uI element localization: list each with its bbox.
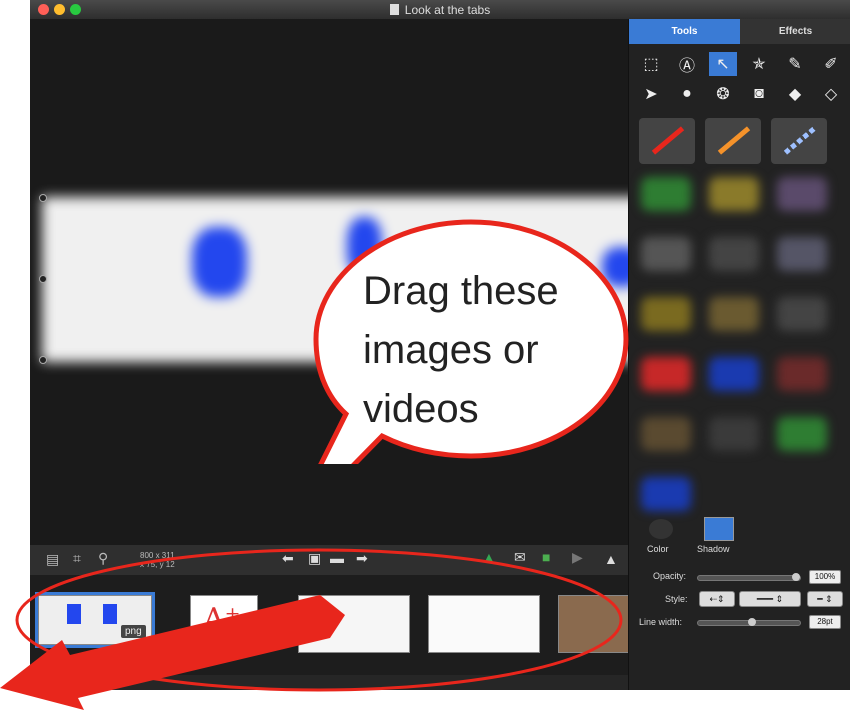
preset-swatch[interactable] [777,177,827,211]
opacity-slider[interactable] [697,573,801,581]
arrow-end-style-select[interactable]: ━ ⇕ [807,591,843,607]
big-red-arrow [0,595,345,710]
arrow-presets [629,106,850,164]
bubble-text: Drag these images or videos [363,269,559,431]
selection-icon[interactable]: ⬚ [637,52,665,76]
preset-swatch[interactable] [777,357,827,391]
blurred-preset-grid [629,167,850,527]
opacity-label: Opacity: [653,571,687,581]
dashed-arrow-icon [783,126,817,155]
line-width-slider[interactable] [697,618,801,626]
tab-tools[interactable]: Tools [629,19,740,44]
window-title: Look at the tabs [30,3,850,17]
star-stamp-icon[interactable]: ✯ [745,52,773,76]
shadow-swatch[interactable] [704,517,734,541]
tool-grid: ⬚ Ⓐ ↖ ✯ ✎ ✐ ➤ ● ❂ ◙ ◆ ◇ [629,44,850,106]
preset-swatch[interactable] [641,477,691,511]
spotlight-icon[interactable]: ◙ [745,82,773,106]
preset-swatch[interactable] [641,417,691,451]
speech-bubble-icon[interactable]: Ⓐ [673,52,701,76]
preset-swatch[interactable] [641,237,691,271]
preset-swatch[interactable] [777,297,827,331]
tab-effects[interactable]: Effects [740,19,850,44]
preset-swatch[interactable] [709,177,759,211]
tools-panel: Tools Effects ⬚ Ⓐ ↖ ✯ ✎ ✐ ➤ ● ❂ ◙ ◆ ◇ Co… [628,19,850,690]
style-label: Style: [665,594,688,604]
preset-orange-arrow[interactable] [705,118,761,164]
title-bar: Look at the tabs [30,0,850,19]
pointer-icon[interactable]: ➤ [637,82,665,106]
fill-icon[interactable]: ◆ [781,82,809,106]
opacity-field[interactable]: 100% [809,570,841,584]
blur-icon[interactable]: ❂ [709,82,737,106]
arrow-start-style-select[interactable]: ⇠⇕ [699,591,735,607]
preset-swatch[interactable] [777,237,827,271]
line-width-label: Line width: [639,617,683,627]
resize-handle[interactable] [39,194,47,202]
opacity-knob[interactable] [792,573,800,581]
pen-icon[interactable]: ✎ [781,52,809,76]
resize-handle[interactable] [39,275,47,283]
eraser-icon[interactable]: ◇ [817,82,845,106]
preset-swatch[interactable] [641,177,691,211]
preset-dashed-arrow[interactable] [771,118,827,164]
highlighter-icon[interactable]: ✐ [817,52,845,76]
window-title-text: Look at the tabs [404,3,491,17]
preset-swatch[interactable] [709,417,759,451]
document-icon [389,4,399,15]
preset-swatch[interactable] [709,297,759,331]
color-well[interactable] [649,519,673,539]
drop-icon[interactable]: ● [673,82,701,106]
red-arrow-icon [651,126,685,155]
orange-arrow-icon [717,126,751,155]
arrow-icon[interactable]: ↖ [709,52,737,76]
preset-swatch[interactable] [709,357,759,391]
line-width-knob[interactable] [748,618,756,626]
preset-swatch[interactable] [641,297,691,331]
blurred-arrow-shape [192,227,247,297]
preset-swatch[interactable] [709,237,759,271]
line-width-field[interactable]: 28pt [809,615,841,629]
color-label: Color [647,544,669,554]
preset-swatch[interactable] [641,357,691,391]
preset-swatch[interactable] [777,417,827,451]
shadow-label: Shadow [697,544,730,554]
line-style-select[interactable]: ━━━ ⇕ [739,591,801,607]
preset-red-arrow[interactable] [639,118,695,164]
resize-handle[interactable] [39,356,47,364]
panel-tabs: Tools Effects [629,19,850,44]
